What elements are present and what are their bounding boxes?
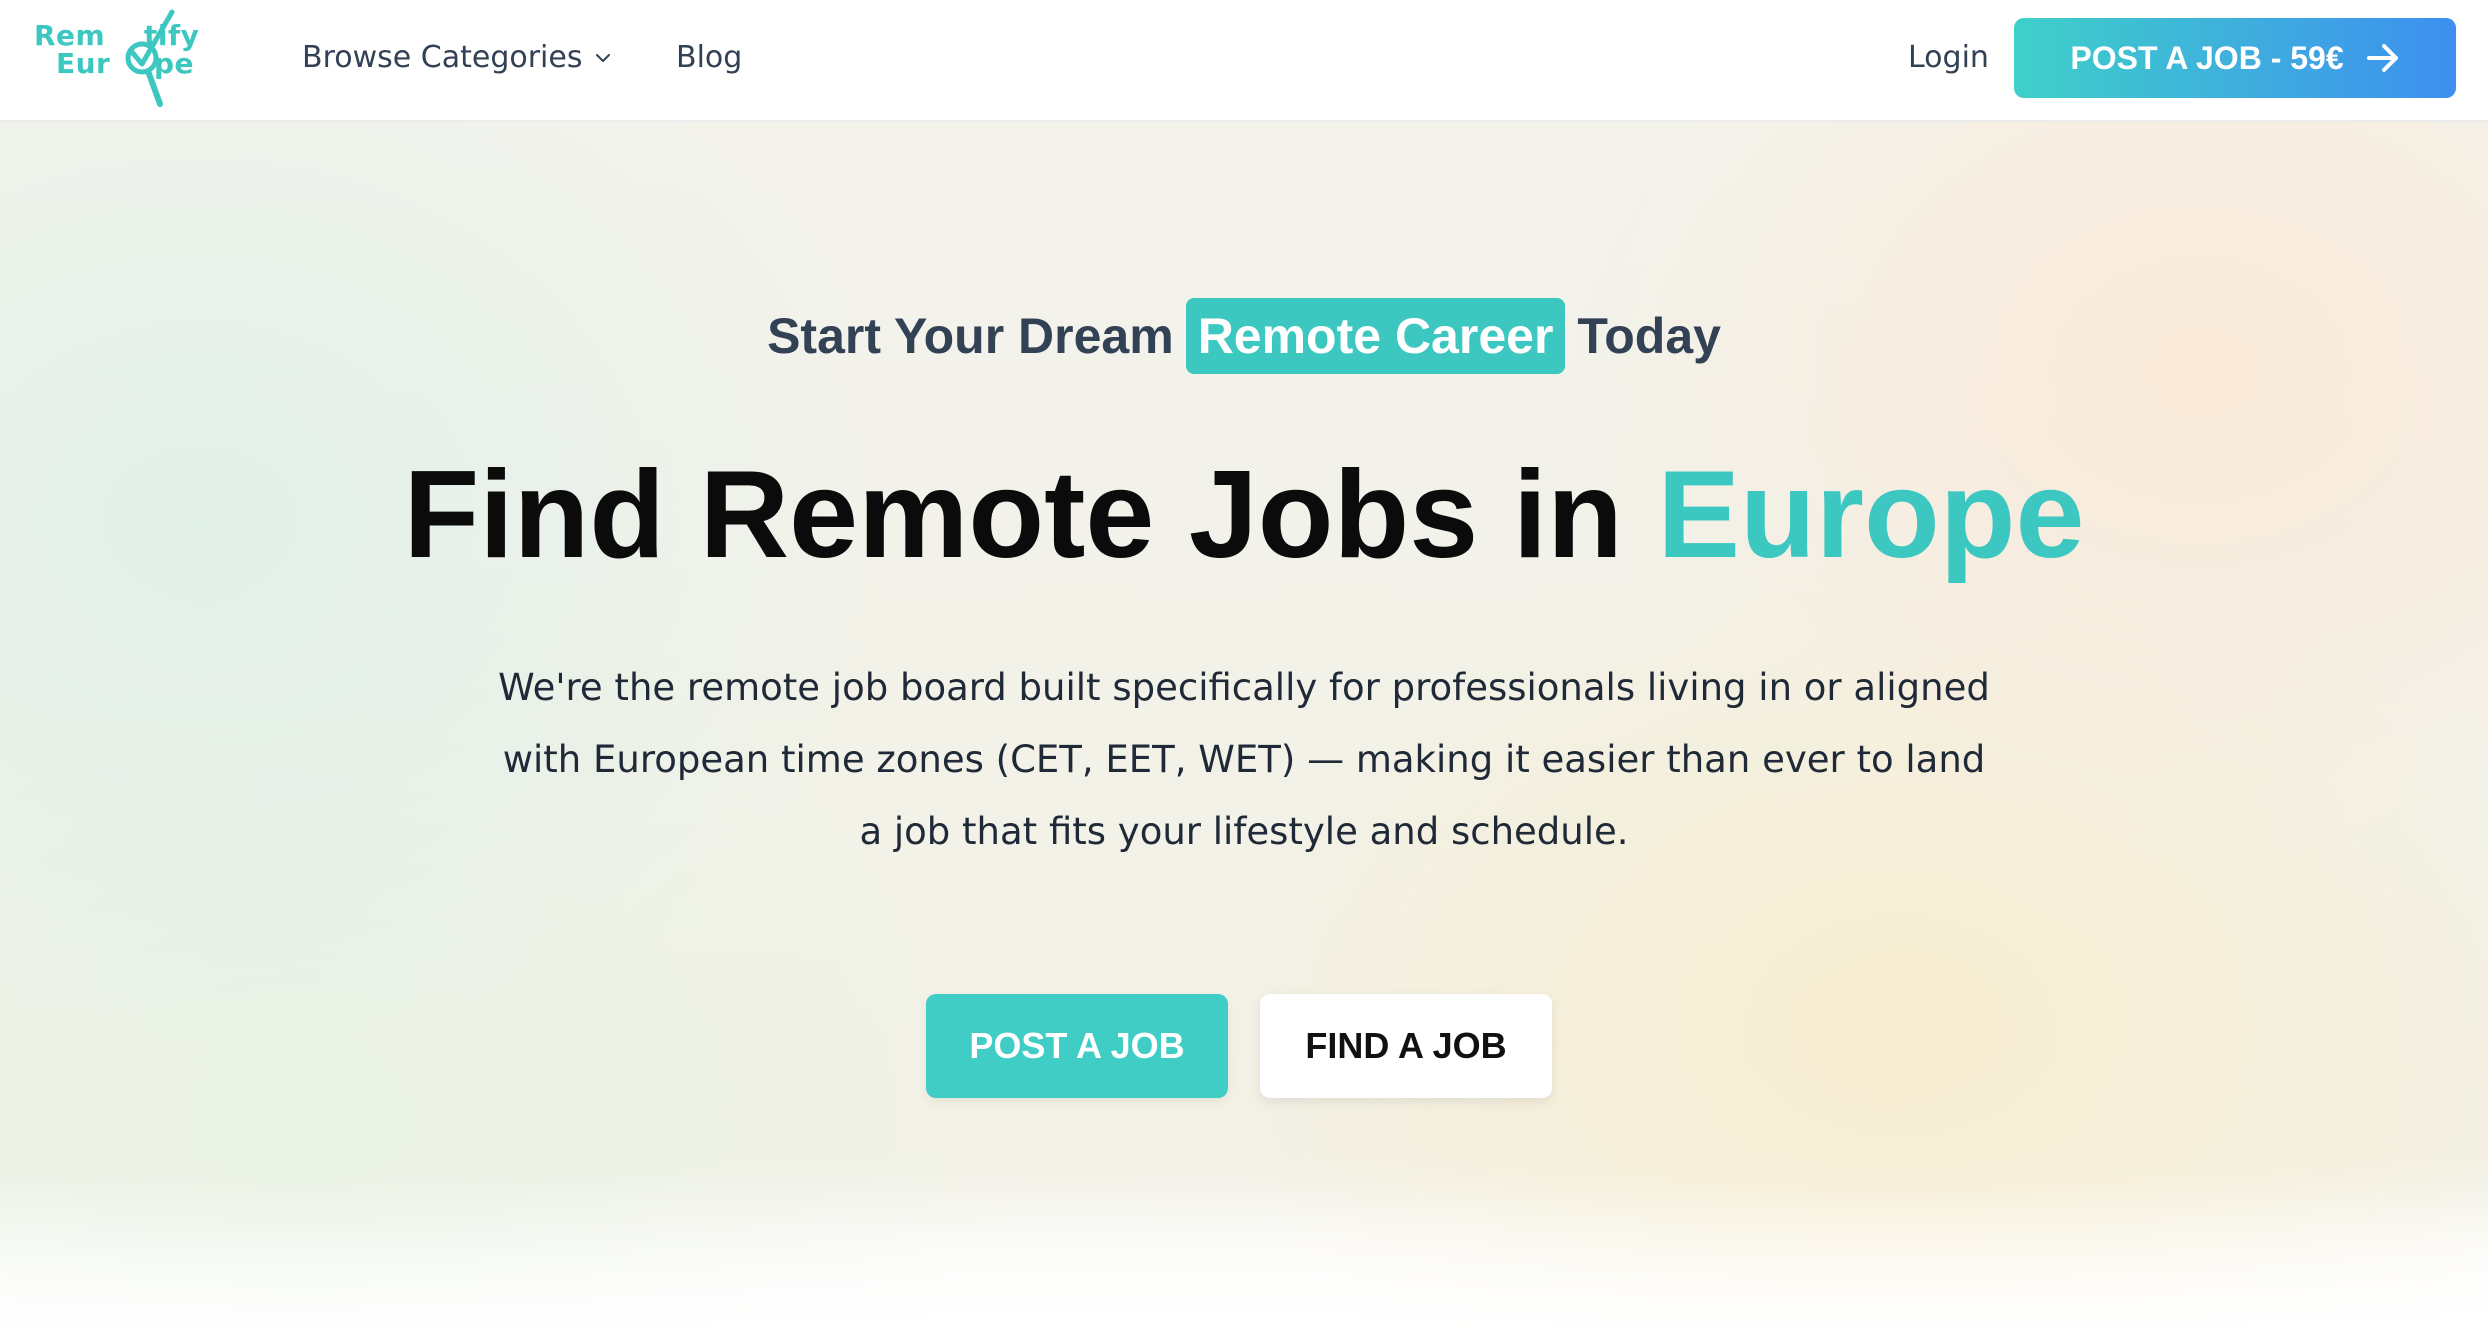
hero-headline: Find Remote Jobs in Europe xyxy=(0,440,2488,590)
browse-categories-label: Browse Categories xyxy=(302,40,583,75)
hero-description: We're the remote job board built specifi… xyxy=(498,666,1990,853)
post-a-job-button[interactable]: POST A JOB xyxy=(926,994,1228,1098)
remotify-europe-logo[interactable]: Rem tify Eur pe xyxy=(34,8,220,108)
tagline-end: Today xyxy=(1577,308,1721,364)
logo-text-line2-start: Eur xyxy=(56,47,111,80)
hero-tagline: Start Your Dream Remote Career Today xyxy=(0,298,2488,374)
tagline-highlight: Remote Career xyxy=(1185,298,1566,374)
post-job-header-label: POST A JOB - 59€ xyxy=(2070,39,2344,76)
blog-link[interactable]: Blog xyxy=(676,38,742,78)
headline-main: Find Remote Jobs in xyxy=(403,446,1623,584)
logo-text-line1-start: Rem xyxy=(34,19,106,52)
top-navbar: Rem tify Eur pe Browse Categories Blog L… xyxy=(0,0,2488,122)
tagline-start: Start Your Dream xyxy=(767,308,1174,364)
arrow-right-icon xyxy=(2366,44,2398,72)
post-job-header-button[interactable]: POST A JOB - 59€ xyxy=(2014,18,2456,98)
hero-bottom-fade xyxy=(0,1178,2488,1338)
find-a-job-button[interactable]: FIND A JOB xyxy=(1260,994,1552,1098)
browse-categories-dropdown[interactable]: Browse Categories xyxy=(302,38,612,78)
headline-accent: Europe xyxy=(1657,446,2085,584)
chevron-down-icon xyxy=(596,54,611,62)
login-link[interactable]: Login xyxy=(1908,38,1989,78)
magnifier-check-icon xyxy=(125,9,175,107)
